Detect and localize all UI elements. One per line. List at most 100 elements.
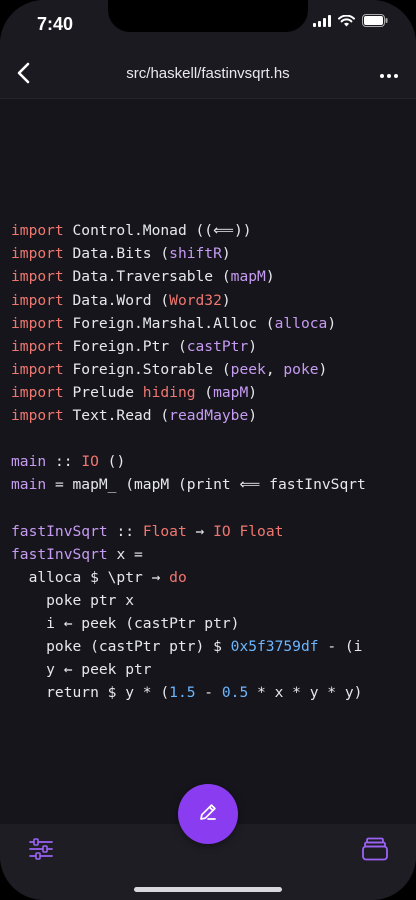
code-line: main :: IO () xyxy=(11,450,416,473)
code-token: Prelude xyxy=(63,383,143,401)
code-token: import xyxy=(11,222,64,240)
code-token: 0.5 xyxy=(221,684,249,702)
code-token: Word32 xyxy=(169,291,222,309)
code-token: () xyxy=(98,453,126,471)
code-line: return $ y * (1.5 - 0.5 * x * y * y) xyxy=(11,681,416,704)
pencil-icon xyxy=(198,802,218,827)
code-line: fastInvSqrt x = xyxy=(11,543,416,566)
edit-button[interactable] xyxy=(178,784,238,844)
code-token: return $ y * ( xyxy=(11,684,170,702)
status-time: 7:40 xyxy=(37,14,74,34)
code-token: import xyxy=(11,383,64,401)
code-token: :: xyxy=(107,522,143,540)
code-line: import Foreign.Ptr (castPtr) xyxy=(11,335,416,358)
code-token: ) xyxy=(265,268,275,286)
code-token: do xyxy=(169,568,187,586)
signal-icon xyxy=(313,14,331,32)
code-token: import xyxy=(11,360,64,378)
code-token: ) xyxy=(248,407,258,425)
code-token: x = xyxy=(107,545,143,563)
code-token: ) xyxy=(221,291,231,309)
code-token: Foreign.Marshal.Alloc ( xyxy=(63,314,275,332)
code-token: ) xyxy=(221,245,231,263)
code-line: import Foreign.Marshal.Alloc (alloca) xyxy=(11,312,416,335)
code-token: ) xyxy=(318,360,328,378)
code-token: alloca $ \ptr → xyxy=(11,568,170,586)
code-token: main xyxy=(11,476,47,494)
code-line: import Prelude hiding (mapM) xyxy=(11,381,416,404)
code-token: = mapM_ (mapM (print ⟸ fastInvSqrt xyxy=(46,476,366,494)
code-token: IO xyxy=(81,453,99,471)
code-token: import xyxy=(11,245,64,263)
settings-button[interactable] xyxy=(26,836,56,866)
code-token: hiding xyxy=(142,383,196,401)
code-line: import Data.Traversable (mapM) xyxy=(11,265,416,288)
code-line: import Text.Read (readMaybe) xyxy=(11,404,416,427)
code-token: ) xyxy=(327,314,337,332)
ellipsis-icon xyxy=(380,65,398,83)
code-token: import xyxy=(11,407,64,425)
notch xyxy=(108,0,308,32)
sliders-icon xyxy=(29,837,53,865)
code-line: i ← peek (castPtr ptr) xyxy=(11,612,416,635)
code-token: Data.Traversable ( xyxy=(63,268,231,286)
code-token: → xyxy=(186,522,214,540)
code-line: poke (castPtr ptr) $ 0x5f3759df - (i xyxy=(11,635,416,658)
code-token: ( xyxy=(195,383,214,401)
code-line: poke ptr x xyxy=(11,589,416,612)
code-token: poke (castPtr ptr) $ xyxy=(11,637,231,655)
stack-icon xyxy=(362,837,388,866)
code-token: fastInvSqrt xyxy=(11,545,108,563)
code-token: Data.Word ( xyxy=(63,291,170,309)
code-token: shiftR xyxy=(169,245,222,263)
code-token: Data.Bits ( xyxy=(63,245,170,263)
code-token: ) xyxy=(248,337,258,355)
code-line: fastInvSqrt :: Float → IO Float xyxy=(11,520,416,543)
code-token: poke xyxy=(283,360,319,378)
code-token: y ← peek ptr xyxy=(11,661,152,679)
code-token: - xyxy=(195,684,222,702)
code-token: * x * y * y) xyxy=(248,684,363,702)
code-token: poke ptr x xyxy=(11,591,135,609)
home-indicator xyxy=(134,887,282,892)
phone-screen: 7:40 src/haskell/fastinvsqrt.hs import C… xyxy=(0,0,416,900)
code-line: main = mapM_ (mapM (print ⟸ fastInvSqrt xyxy=(11,473,416,496)
code-token: - (i xyxy=(318,637,363,655)
code-token: import xyxy=(11,314,64,332)
code-token: Control.Monad ((⟸)) xyxy=(63,222,252,240)
code-editor[interactable]: import Control.Monad ((⟸)) import Data.Bi… xyxy=(11,150,416,704)
code-token: readMaybe xyxy=(169,407,249,425)
code-token: IO Float xyxy=(213,522,284,540)
code-token: castPtr xyxy=(186,337,249,355)
battery-icon xyxy=(362,14,388,32)
code-token: mapM xyxy=(230,268,266,286)
code-line: import Data.Bits (shiftR) xyxy=(11,242,416,265)
code-token: i ← peek (castPtr ptr) xyxy=(11,614,240,632)
code-line: import Foreign.Storable (peek, poke) xyxy=(11,358,416,381)
code-token: main xyxy=(11,453,47,471)
status-icons xyxy=(313,14,388,32)
wifi-icon xyxy=(338,14,355,32)
code-token: peek xyxy=(230,360,266,378)
code-token: Float xyxy=(142,522,187,540)
code-token: 1.5 xyxy=(169,684,196,702)
files-button[interactable] xyxy=(360,836,390,866)
code-token: import xyxy=(11,268,64,286)
code-token: mapM xyxy=(213,383,249,401)
more-button[interactable] xyxy=(378,64,400,84)
code-token: 0x5f3759df xyxy=(230,637,319,655)
page-title: src/haskell/fastinvsqrt.hs xyxy=(126,65,290,82)
code-token: :: xyxy=(46,453,82,471)
code-line: alloca $ \ptr → do xyxy=(11,566,416,589)
code-token: Text.Read ( xyxy=(63,407,170,425)
code-line: import Data.Word (Word32) xyxy=(11,289,416,312)
code-token: alloca xyxy=(274,314,328,332)
code-token: , xyxy=(265,360,284,378)
status-bar: 7:40 xyxy=(0,0,416,50)
code-token: Foreign.Ptr ( xyxy=(63,337,187,355)
